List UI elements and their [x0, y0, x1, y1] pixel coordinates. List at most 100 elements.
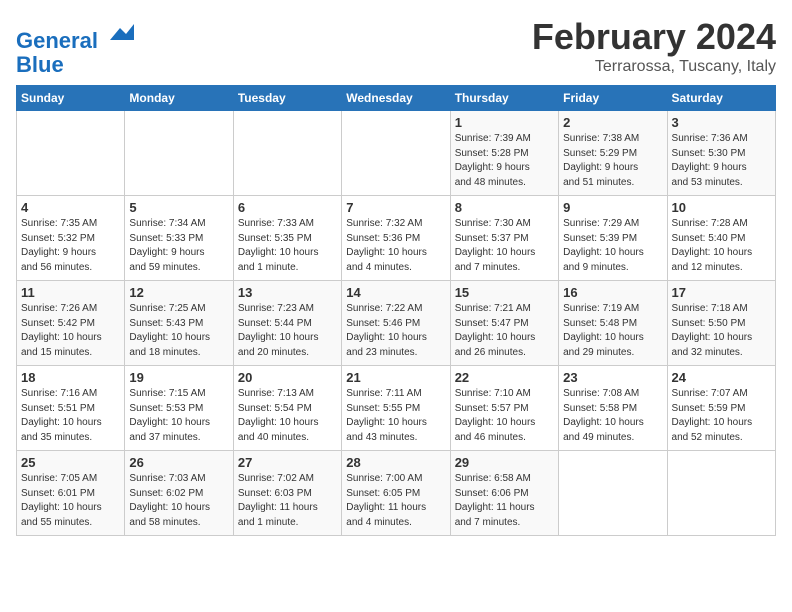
day-number: 4 [21, 200, 120, 215]
calendar-cell: 22 Sunrise: 7:10 AM Sunset: 5:57 PM Dayli… [450, 366, 558, 451]
day-number: 9 [563, 200, 662, 215]
day-info: Sunrise: 7:07 AM Sunset: 5:59 PM Dayligh… [672, 387, 771, 445]
week-row-5: 25 Sunrise: 7:05 AM Sunset: 6:01 PM Dayli… [17, 451, 776, 536]
day-number: 13 [238, 285, 337, 300]
weekday-header-sunday: Sunday [17, 86, 125, 111]
day-info: Sunrise: 7:29 AM Sunset: 5:39 PM Dayligh… [563, 217, 662, 275]
day-info: Sunrise: 7:38 AM Sunset: 5:29 PM Dayligh… [563, 132, 662, 190]
calendar-cell: 10 Sunrise: 7:28 AM Sunset: 5:40 PM Dayli… [667, 196, 775, 281]
month-title: February 2024 [532, 16, 776, 58]
calendar-cell: 26 Sunrise: 7:03 AM Sunset: 6:02 PM Dayli… [125, 451, 233, 536]
day-info: Sunrise: 7:34 AM Sunset: 5:33 PM Dayligh… [129, 217, 228, 275]
calendar-cell: 29Sunrise: 6:58 AM Sunset: 6:06 PM Dayli… [450, 451, 558, 536]
title-area: February 2024 Terrarossa, Tuscany, Italy [532, 16, 776, 76]
calendar-cell [667, 451, 775, 536]
calendar-cell: 17Sunrise: 7:18 AM Sunset: 5:50 PM Dayli… [667, 281, 775, 366]
calendar-cell: 24Sunrise: 7:07 AM Sunset: 5:59 PM Dayli… [667, 366, 775, 451]
day-info: Sunrise: 7:36 AM Sunset: 5:30 PM Dayligh… [672, 132, 771, 190]
week-row-3: 11 Sunrise: 7:26 AM Sunset: 5:42 PM Dayli… [17, 281, 776, 366]
day-info: Sunrise: 7:00 AM Sunset: 6:05 PM Dayligh… [346, 472, 445, 530]
day-number: 14 [346, 285, 445, 300]
weekday-header-tuesday: Tuesday [233, 86, 341, 111]
calendar-cell: 23Sunrise: 7:08 AM Sunset: 5:58 PM Dayli… [559, 366, 667, 451]
location-subtitle: Terrarossa, Tuscany, Italy [532, 58, 776, 76]
weekday-header-saturday: Saturday [667, 86, 775, 111]
calendar-cell [125, 111, 233, 196]
day-number: 20 [238, 370, 337, 385]
day-number: 6 [238, 200, 337, 215]
day-number: 7 [346, 200, 445, 215]
day-info: Sunrise: 7:39 AM Sunset: 5:28 PM Dayligh… [455, 132, 554, 190]
day-number: 3 [672, 115, 771, 130]
week-row-1: 1Sunrise: 7:39 AM Sunset: 5:28 PM Daylig… [17, 111, 776, 196]
day-number: 26 [129, 455, 228, 470]
day-info: Sunrise: 6:58 AM Sunset: 6:06 PM Dayligh… [455, 472, 554, 530]
calendar-cell: 6 Sunrise: 7:33 AM Sunset: 5:35 PM Daylig… [233, 196, 341, 281]
day-number: 2 [563, 115, 662, 130]
logo-blue: Blue [16, 52, 64, 77]
calendar-cell [233, 111, 341, 196]
day-info: Sunrise: 7:10 AM Sunset: 5:57 PM Dayligh… [455, 387, 554, 445]
calendar-cell: 9 Sunrise: 7:29 AM Sunset: 5:39 PM Daylig… [559, 196, 667, 281]
day-info: Sunrise: 7:03 AM Sunset: 6:02 PM Dayligh… [129, 472, 228, 530]
day-info: Sunrise: 7:28 AM Sunset: 5:40 PM Dayligh… [672, 217, 771, 275]
day-info: Sunrise: 7:32 AM Sunset: 5:36 PM Dayligh… [346, 217, 445, 275]
day-info: Sunrise: 7:23 AM Sunset: 5:44 PM Dayligh… [238, 302, 337, 360]
calendar-cell: 18Sunrise: 7:16 AM Sunset: 5:51 PM Dayli… [17, 366, 125, 451]
calendar-table: SundayMondayTuesdayWednesdayThursdayFrid… [16, 85, 776, 536]
day-info: Sunrise: 7:16 AM Sunset: 5:51 PM Dayligh… [21, 387, 120, 445]
day-number: 8 [455, 200, 554, 215]
calendar-cell: 25 Sunrise: 7:05 AM Sunset: 6:01 PM Dayli… [17, 451, 125, 536]
logo-general: General [16, 28, 98, 53]
calendar-cell: 2 Sunrise: 7:38 AM Sunset: 5:29 PM Daylig… [559, 111, 667, 196]
calendar-cell: 13 Sunrise: 7:23 AM Sunset: 5:44 PM Dayli… [233, 281, 341, 366]
day-number: 27 [238, 455, 337, 470]
day-number: 19 [129, 370, 228, 385]
week-row-2: 4 Sunrise: 7:35 AM Sunset: 5:32 PM Daylig… [17, 196, 776, 281]
day-info: Sunrise: 7:08 AM Sunset: 5:58 PM Dayligh… [563, 387, 662, 445]
day-number: 10 [672, 200, 771, 215]
calendar-cell [559, 451, 667, 536]
day-info: Sunrise: 7:26 AM Sunset: 5:42 PM Dayligh… [21, 302, 120, 360]
calendar-cell: 1Sunrise: 7:39 AM Sunset: 5:28 PM Daylig… [450, 111, 558, 196]
calendar-cell [17, 111, 125, 196]
day-number: 15 [455, 285, 554, 300]
calendar-cell: 15Sunrise: 7:21 AM Sunset: 5:47 PM Dayli… [450, 281, 558, 366]
header: General Blue February 2024 Terrarossa, T… [16, 16, 776, 77]
day-number: 17 [672, 285, 771, 300]
day-info: Sunrise: 7:15 AM Sunset: 5:53 PM Dayligh… [129, 387, 228, 445]
day-info: Sunrise: 7:13 AM Sunset: 5:54 PM Dayligh… [238, 387, 337, 445]
day-info: Sunrise: 7:33 AM Sunset: 5:35 PM Dayligh… [238, 217, 337, 275]
logo-bird-icon [106, 20, 134, 48]
calendar-cell: 8 Sunrise: 7:30 AM Sunset: 5:37 PM Daylig… [450, 196, 558, 281]
calendar-cell: 14Sunrise: 7:22 AM Sunset: 5:46 PM Dayli… [342, 281, 450, 366]
calendar-cell: 21 Sunrise: 7:11 AM Sunset: 5:55 PM Dayli… [342, 366, 450, 451]
day-info: Sunrise: 7:25 AM Sunset: 5:43 PM Dayligh… [129, 302, 228, 360]
calendar-cell: 12 Sunrise: 7:25 AM Sunset: 5:43 PM Dayli… [125, 281, 233, 366]
day-info: Sunrise: 7:05 AM Sunset: 6:01 PM Dayligh… [21, 472, 120, 530]
day-number: 22 [455, 370, 554, 385]
logo: General Blue [16, 20, 134, 77]
day-number: 21 [346, 370, 445, 385]
day-number: 16 [563, 285, 662, 300]
weekday-header-row: SundayMondayTuesdayWednesdayThursdayFrid… [17, 86, 776, 111]
weekday-header-thursday: Thursday [450, 86, 558, 111]
day-number: 25 [21, 455, 120, 470]
calendar-cell: 7 Sunrise: 7:32 AM Sunset: 5:36 PM Daylig… [342, 196, 450, 281]
day-number: 11 [21, 285, 120, 300]
calendar-cell: 5 Sunrise: 7:34 AM Sunset: 5:33 PM Daylig… [125, 196, 233, 281]
day-number: 12 [129, 285, 228, 300]
day-info: Sunrise: 7:30 AM Sunset: 5:37 PM Dayligh… [455, 217, 554, 275]
day-info: Sunrise: 7:11 AM Sunset: 5:55 PM Dayligh… [346, 387, 445, 445]
calendar-cell [342, 111, 450, 196]
calendar-cell: 16 Sunrise: 7:19 AM Sunset: 5:48 PM Dayli… [559, 281, 667, 366]
calendar-cell: 3 Sunrise: 7:36 AM Sunset: 5:30 PM Daylig… [667, 111, 775, 196]
day-number: 5 [129, 200, 228, 215]
day-number: 28 [346, 455, 445, 470]
calendar-cell: 4 Sunrise: 7:35 AM Sunset: 5:32 PM Daylig… [17, 196, 125, 281]
weekday-header-wednesday: Wednesday [342, 86, 450, 111]
day-info: Sunrise: 7:35 AM Sunset: 5:32 PM Dayligh… [21, 217, 120, 275]
weekday-header-monday: Monday [125, 86, 233, 111]
weekday-header-friday: Friday [559, 86, 667, 111]
day-info: Sunrise: 7:19 AM Sunset: 5:48 PM Dayligh… [563, 302, 662, 360]
